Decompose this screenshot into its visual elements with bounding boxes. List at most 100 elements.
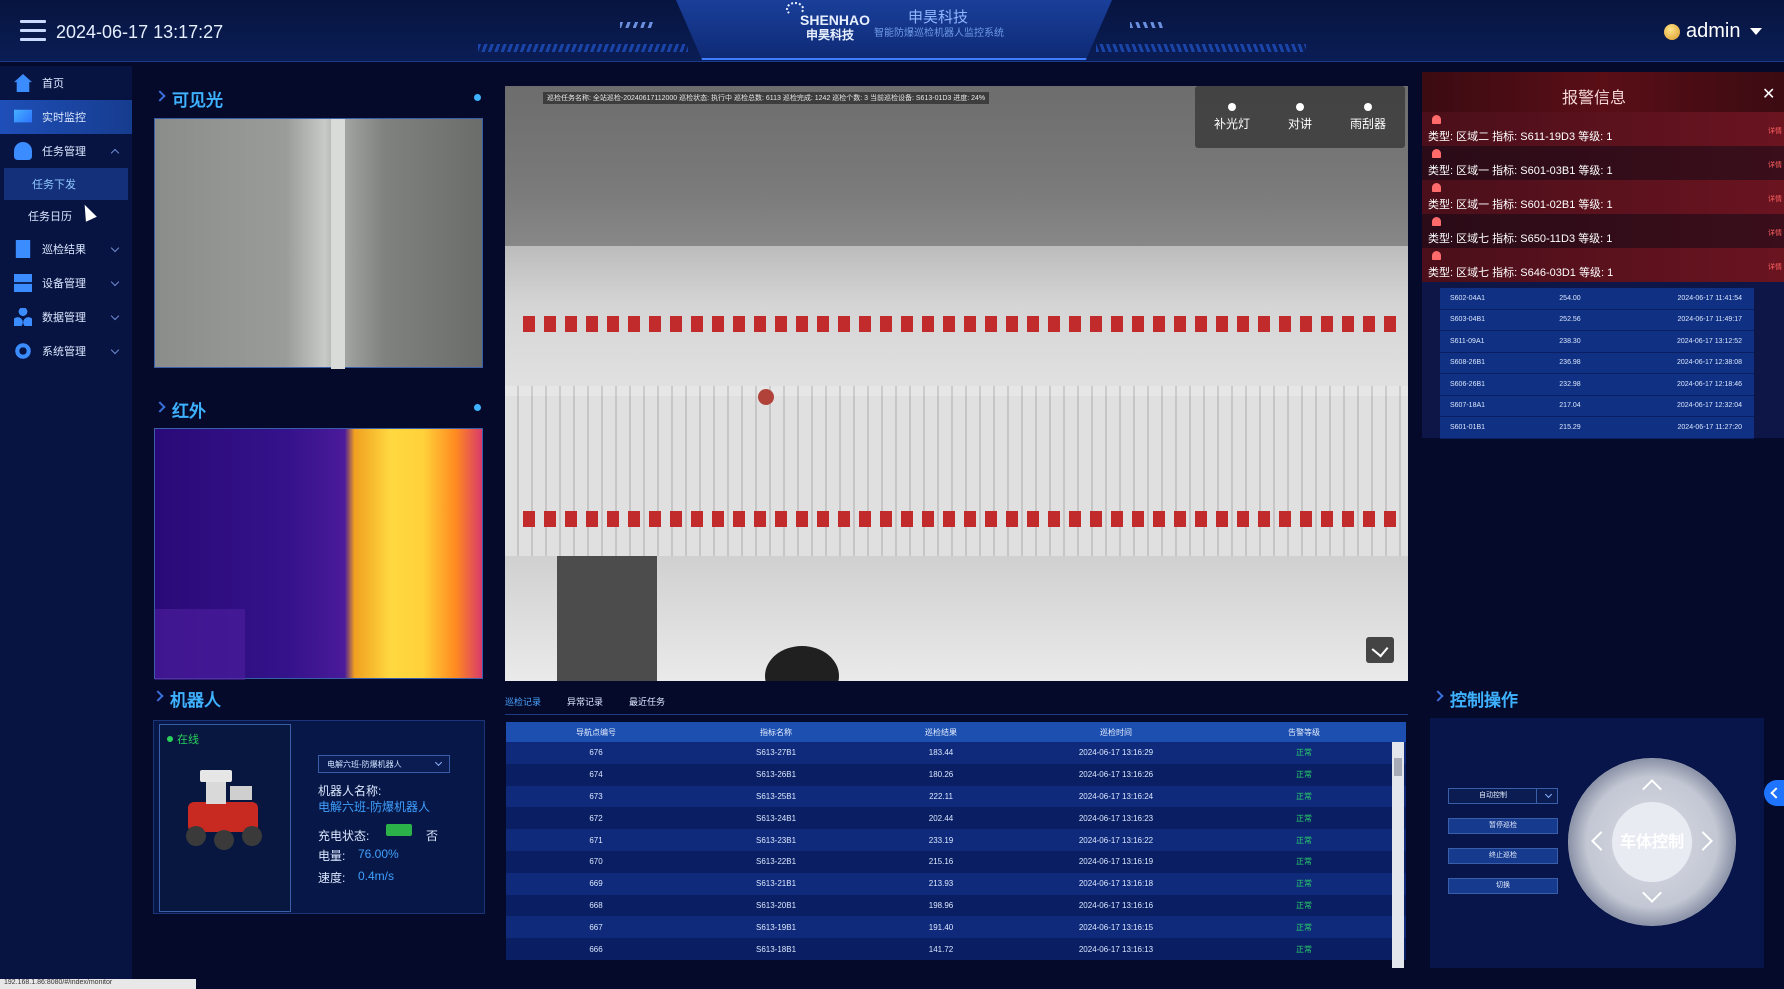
table-row[interactable]: 672 S613-24B1 202.44 2024-06-17 13:16:23 正常	[506, 807, 1406, 830]
sidebar-item-label: 任务管理	[42, 146, 86, 158]
table-row[interactable]: 666 S613-18B1 141.72 2024-06-17 13:16:13 正常	[506, 938, 1406, 960]
infrared-title: 红外	[172, 397, 206, 422]
charge-status-label: 充电状态:	[318, 829, 370, 843]
close-icon[interactable]: ✕	[1762, 84, 1775, 104]
settings-icon	[14, 342, 32, 360]
alarm-item[interactable]: 类型: 区域七 指标: S650-11D3 等级: 1 详情	[1422, 214, 1784, 248]
sidebar-subitem-task-dispatch[interactable]: 任务下发	[4, 168, 128, 200]
menu-toggle-icon[interactable]	[20, 20, 46, 42]
robot-status: 在线	[167, 731, 199, 747]
cell: 668	[589, 900, 603, 910]
list-item[interactable]: S606-26B1 232.98 2024-06-17 12:18:46	[1440, 374, 1754, 396]
browser-status-url: 192.168.1.86:8080/#/index/monitor	[0, 979, 196, 989]
list-item[interactable]: S608-26B1 236.98 2024-06-17 12:38:08	[1440, 352, 1754, 374]
column-header: 指标名称	[760, 727, 792, 737]
infrared-camera-view[interactable]	[154, 428, 483, 680]
cell: 673	[589, 791, 603, 801]
list-item[interactable]: S603-04B1 252.56 2024-06-17 11:49:17	[1440, 309, 1754, 331]
sidebar-item-inspection-results[interactable]: 巡检结果	[0, 232, 132, 266]
cell: 233.19	[928, 835, 954, 845]
pause-inspection-button[interactable]: 暂停巡检	[1448, 818, 1558, 834]
location-icon	[474, 404, 481, 411]
cell: 2024-06-17 13:16:26	[1078, 770, 1154, 780]
tab-recent-tasks[interactable]: 最近任务	[629, 695, 665, 714]
sidebar-item-data-management[interactable]: 数据管理	[0, 300, 132, 334]
alarm-detail-link[interactable]: 详情	[1768, 194, 1782, 204]
alarm-item[interactable]: 类型: 区域一 指标: S601-02B1 等级: 1 详情	[1422, 180, 1784, 214]
alarm-item[interactable]: 类型: 区域二 指标: S611-19D3 等级: 1 详情	[1422, 112, 1784, 146]
check-icon[interactable]	[1366, 637, 1394, 663]
alarm-detail-link[interactable]: 详情	[1768, 262, 1782, 272]
cell: 2024-06-17 13:16:18	[1078, 879, 1154, 889]
cell: 672	[589, 813, 603, 823]
alarm-item[interactable]: 类型: 区域一 指标: S601-03B1 等级: 1 详情	[1422, 146, 1784, 180]
device-icon	[14, 274, 32, 292]
alarm-detail-link[interactable]: 详情	[1768, 228, 1782, 238]
alarm-detail-link[interactable]: 详情	[1768, 126, 1782, 136]
tab-abnormal-records[interactable]: 异常记录	[567, 695, 603, 714]
table-row[interactable]: 676 S613-27B1 183.44 2024-06-17 13:16:29 正常	[506, 742, 1406, 764]
sidebar-subitem-task-calendar[interactable]: 任务日历	[0, 200, 132, 232]
table-row[interactable]: 671 S613-23B1 233.19 2024-06-17 13:16:22 正常	[506, 829, 1406, 851]
table-row[interactable]: 669 S613-21B1 213.93 2024-06-17 13:16:18 正常	[506, 872, 1406, 895]
collapse-panel-icon[interactable]	[1764, 780, 1784, 806]
sidebar-item-system-management[interactable]: 系统管理	[0, 334, 132, 368]
datetime: 2024-06-17 13:17:27	[56, 22, 224, 42]
table-row[interactable]: 674 S613-26B1 180.26 2024-06-17 13:16:26 正常	[506, 763, 1406, 786]
control-mode-select[interactable]: 自动控制	[1448, 788, 1558, 804]
cell: 2024-06-17 12:32:04	[1677, 402, 1742, 410]
sidebar-item-realtime-monitor[interactable]: 实时监控	[0, 100, 132, 134]
table-row[interactable]: 670 S613-22B1 215.16 2024-06-17 13:16:19 正常	[506, 850, 1406, 873]
alarm-item[interactable]: 类型: 区域七 指标: S646-03D1 等级: 1 详情	[1422, 248, 1784, 282]
fill-light-label: 补光灯	[1213, 116, 1250, 131]
robot-select-dropdown[interactable]: 电解六班-防爆机器人	[318, 755, 450, 773]
cell: 671	[589, 835, 603, 845]
tab-inspection-records[interactable]: 巡检记录	[505, 695, 541, 714]
sidebar-item-label: 设备管理	[42, 278, 86, 290]
fill-light-button[interactable]: 补光灯	[1213, 102, 1250, 132]
vehicle-joystick[interactable]: 车体控制	[1568, 758, 1736, 926]
control-title: 控制操作	[1450, 686, 1518, 711]
chevron-down-icon	[110, 311, 120, 321]
list-item[interactable]: S602-04A1 254.00 2024-06-17 11:41:54	[1440, 288, 1754, 310]
arrow-down-icon[interactable]	[1642, 883, 1662, 903]
visible-light-camera-view[interactable]	[154, 118, 483, 369]
header: 2024-06-17 13:17:27 SHENHAO 申昊科技 申昊科技 智能…	[0, 0, 1784, 62]
speed-value: 0.4m/s	[358, 869, 395, 883]
cell: 2024-06-17 13:16:19	[1078, 857, 1154, 867]
arrow-up-icon[interactable]	[1642, 779, 1662, 799]
intercom-button[interactable]: 对讲	[1288, 102, 1312, 132]
cell: S602-04A1	[1450, 294, 1486, 302]
sidebar-item-home[interactable]: 首页	[0, 66, 132, 100]
sidebar-subitem-label: 任务日历	[28, 211, 72, 223]
cell: 217.04	[1559, 402, 1581, 410]
cell: S613-18B1	[755, 944, 797, 954]
switch-button[interactable]: 切换	[1448, 878, 1558, 894]
list-item[interactable]: S607-18A1 217.04 2024-06-17 12:32:04	[1440, 395, 1754, 417]
list-item[interactable]: S601-01B1 215.29 2024-06-17 11:27:20	[1440, 417, 1754, 439]
monitor-icon	[14, 109, 32, 123]
sidebar-item-device-management[interactable]: 设备管理	[0, 266, 132, 300]
wiper-button[interactable]: 雨刮器	[1350, 102, 1386, 132]
chevron-icon	[110, 148, 120, 158]
sidebar-item-task-management[interactable]: 任务管理	[0, 134, 132, 168]
main-video-view[interactable]: 巡检任务名称: 全站巡检-20240617112000 巡检状态: 执行中 巡检…	[505, 86, 1408, 681]
robot-title: 机器人	[170, 686, 221, 711]
cell: 2024-06-17 13:16:13	[1078, 944, 1154, 954]
cell: 2024-06-17 13:16:22	[1078, 835, 1154, 845]
table-scrollbar[interactable]	[1392, 742, 1404, 968]
cell: S613-23B1	[755, 835, 797, 845]
table-row[interactable]: 668 S613-20B1 198.96 2024-06-17 13:16:16 正常	[506, 894, 1406, 917]
user-menu[interactable]: admin	[1664, 20, 1763, 43]
cell: 2024-06-17 13:16:29	[1078, 748, 1154, 758]
table-row[interactable]: 673 S613-25B1 222.11 2024-06-17 13:16:24 正常	[506, 785, 1406, 808]
table-row[interactable]: 667 S613-19B1 191.40 2024-06-17 13:16:15 正常	[506, 916, 1406, 939]
list-item[interactable]: S611-09A1 238.30 2024-06-17 13:12:52	[1440, 331, 1754, 353]
cell: 180.26	[928, 770, 954, 780]
alarm-bell-icon	[1432, 183, 1441, 192]
scrollbar-thumb[interactable]	[1394, 758, 1402, 776]
alarm-detail-link[interactable]: 详情	[1768, 160, 1782, 170]
stop-inspection-button[interactable]: 终止巡检	[1448, 848, 1558, 864]
cell: 236.98	[1559, 359, 1581, 367]
chevron-down-icon	[1544, 790, 1553, 799]
